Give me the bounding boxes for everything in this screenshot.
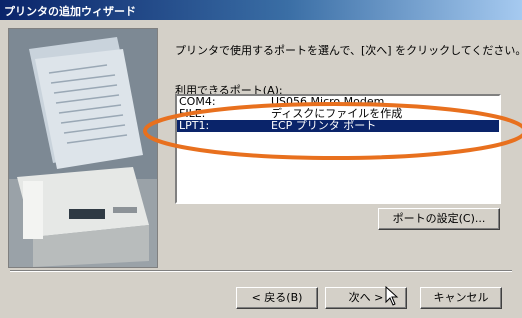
window-title: プリンタの追加ウィザード	[4, 5, 136, 18]
port-description: ECP プリンタ ポート	[271, 119, 377, 132]
port-name: LPT1:	[179, 119, 210, 132]
mouse-cursor-icon	[385, 286, 399, 306]
wizard-illustration	[8, 28, 158, 268]
title-bar: プリンタの追加ウィザード	[0, 0, 522, 20]
port-settings-button[interactable]: ポートの設定(C)...	[378, 208, 500, 230]
instruction-text: プリンタで使用するポートを選んで、[次へ] をクリックしてください。	[175, 44, 522, 57]
ports-listbox[interactable]: COM4: US056 Micro Modem FILE: ディスクにファイルを…	[175, 94, 501, 204]
footer-separator	[10, 270, 512, 272]
cancel-button[interactable]: キャンセル	[420, 287, 502, 309]
back-button[interactable]: < 戻る(B)	[236, 287, 318, 309]
port-row-lpt1[interactable]: LPT1: ECP プリンタ ポート	[177, 120, 499, 132]
